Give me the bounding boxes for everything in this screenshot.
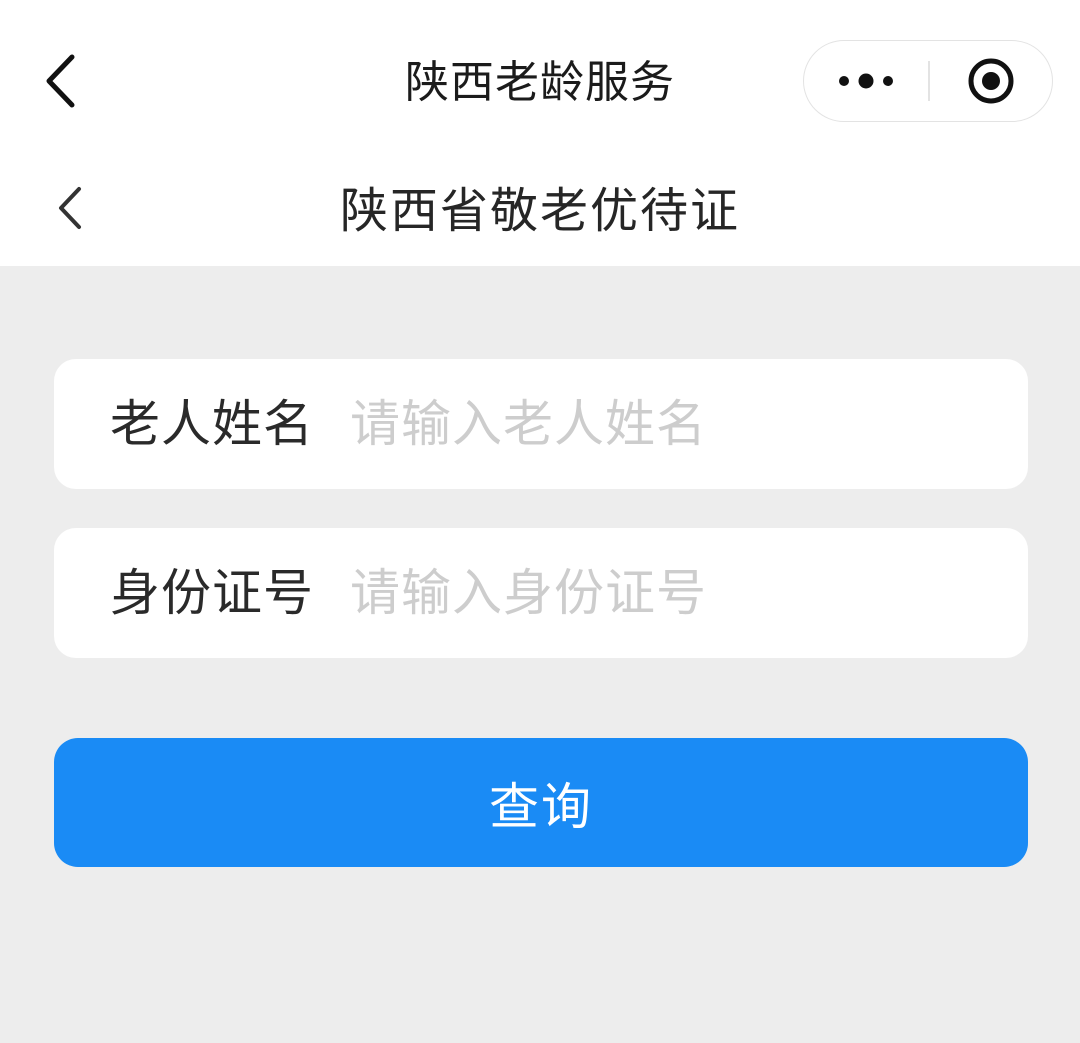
id-number-input[interactable] (350, 553, 990, 633)
close-mini-program-button[interactable] (930, 41, 1052, 120)
top-header: 陕西老龄服务 陕西省敬老优待证 (0, 0, 1080, 266)
more-button[interactable] (804, 41, 928, 120)
id-field-label: 身份证号 (110, 564, 314, 622)
name-field-label: 老人姓名 (110, 395, 314, 453)
name-input[interactable] (350, 384, 990, 464)
page-nav-bar: 陕西省敬老优待证 (0, 150, 1080, 266)
page-title: 陕西省敬老优待证 (339, 183, 740, 239)
target-close-icon (968, 58, 1014, 103)
query-button[interactable]: 查询 (54, 738, 1028, 867)
mini-program-capsule (803, 40, 1053, 122)
name-field-row: 老人姓名 (54, 359, 1028, 489)
more-dots-icon (839, 73, 893, 88)
id-field-row: 身份证号 (54, 528, 1028, 658)
mini-program-nav-bar: 陕西老龄服务 (0, 0, 1080, 160)
